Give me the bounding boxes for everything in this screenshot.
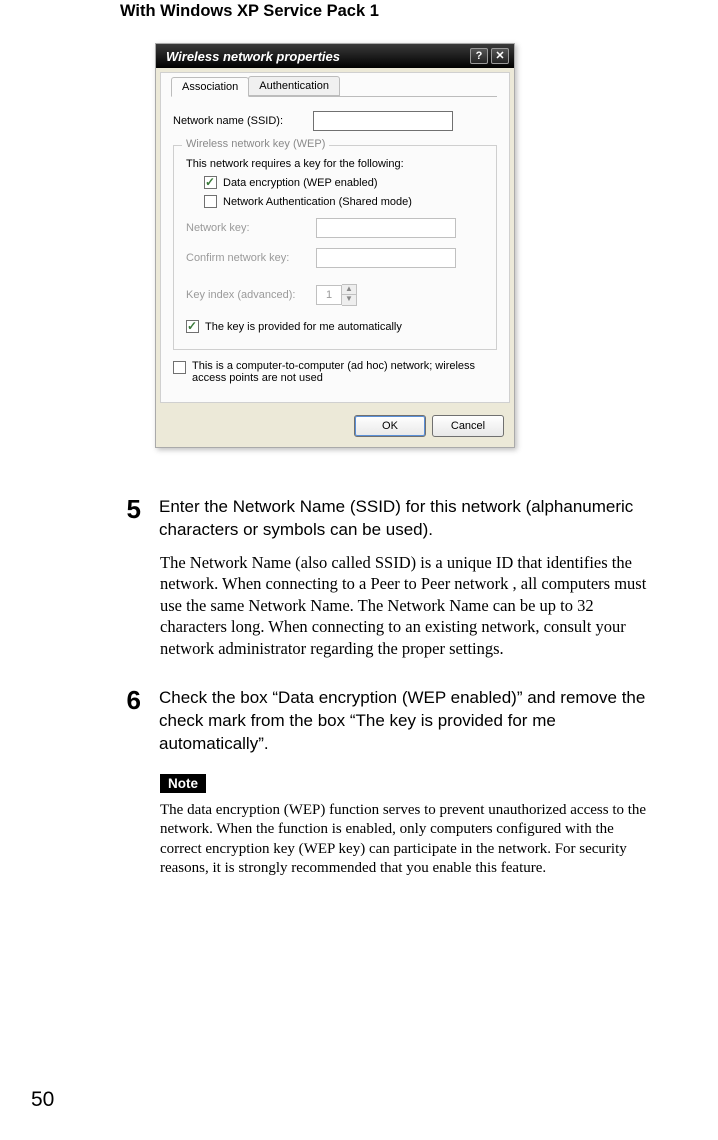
ssid-label: Network name (SSID): <box>173 115 303 127</box>
ok-button[interactable]: OK <box>354 415 426 437</box>
dialog-title: Wireless network properties <box>166 49 340 64</box>
checkbox-network-auth[interactable] <box>204 195 217 208</box>
step-5-number: 5 <box>123 496 141 542</box>
cancel-button[interactable]: Cancel <box>432 415 504 437</box>
dialog-wireless-properties: Wireless network properties ? ✕ Associat… <box>155 43 515 448</box>
key-index-label: Key index (advanced): <box>186 289 306 301</box>
step-5: 5 Enter the Network Name (SSID) for this… <box>123 496 668 659</box>
tabs-row: Association Authentication <box>171 72 497 97</box>
tab-authentication[interactable]: Authentication <box>248 76 340 96</box>
step-6-note-body: The data encryption (WEP) function serve… <box>160 801 658 879</box>
close-button[interactable]: ✕ <box>491 48 509 64</box>
row-chk-net-auth: Network Authentication (Shared mode) <box>204 195 484 208</box>
section-heading: With Windows XP Service Pack 1 <box>120 2 668 21</box>
checkbox-auto-key-label: The key is provided for me automatically <box>205 321 402 333</box>
row-chk-adhoc: This is a computer-to-computer (ad hoc) … <box>173 360 497 384</box>
dialog-body: Association Authentication Network name … <box>160 72 510 403</box>
checkbox-adhoc[interactable] <box>173 361 186 374</box>
checkbox-network-auth-label: Network Authentication (Shared mode) <box>223 196 412 208</box>
wep-requires-text: This network requires a key for the foll… <box>186 158 484 170</box>
row-key-index: Key index (advanced): 1 ▲ ▼ <box>186 284 484 306</box>
confirm-key-label: Confirm network key: <box>186 252 306 264</box>
step-6-title: Check the box “Data encryption (WEP enab… <box>159 687 658 756</box>
network-key-label: Network key: <box>186 222 306 234</box>
network-key-input[interactable] <box>316 218 456 238</box>
dialog-titlebar: Wireless network properties ? ✕ <box>156 44 514 68</box>
spin-down-icon[interactable]: ▼ <box>342 295 356 305</box>
fieldset-wep: Wireless network key (WEP) This network … <box>173 145 497 350</box>
note-badge: Note <box>160 774 206 793</box>
step-5-title: Enter the Network Name (SSID) for this n… <box>159 496 658 542</box>
ssid-input[interactable] <box>313 111 453 131</box>
fieldset-wep-legend: Wireless network key (WEP) <box>182 138 329 150</box>
tab-association[interactable]: Association <box>171 77 249 97</box>
checkbox-data-encryption[interactable] <box>204 176 217 189</box>
help-button[interactable]: ? <box>470 48 488 64</box>
row-chk-auto-key: The key is provided for me automatically <box>186 320 484 333</box>
row-chk-data-enc: Data encryption (WEP enabled) <box>204 176 484 189</box>
key-index-value[interactable]: 1 <box>316 285 342 305</box>
step-5-body: The Network Name (also called SSID) is a… <box>160 552 658 659</box>
checkbox-data-encryption-label: Data encryption (WEP enabled) <box>223 177 378 189</box>
checkbox-auto-key[interactable] <box>186 320 199 333</box>
step-6-number: 6 <box>123 687 141 756</box>
page-number: 50 <box>31 1088 54 1112</box>
checkbox-adhoc-label: This is a computer-to-computer (ad hoc) … <box>192 360 497 384</box>
row-ssid: Network name (SSID): <box>173 111 497 131</box>
key-index-spinner[interactable]: 1 ▲ ▼ <box>316 284 357 306</box>
dialog-footer: OK Cancel <box>156 407 514 447</box>
row-network-key: Network key: <box>186 218 484 238</box>
row-confirm-key: Confirm network key: <box>186 248 484 268</box>
step-6: 6 Check the box “Data encryption (WEP en… <box>123 687 668 879</box>
confirm-key-input[interactable] <box>316 248 456 268</box>
